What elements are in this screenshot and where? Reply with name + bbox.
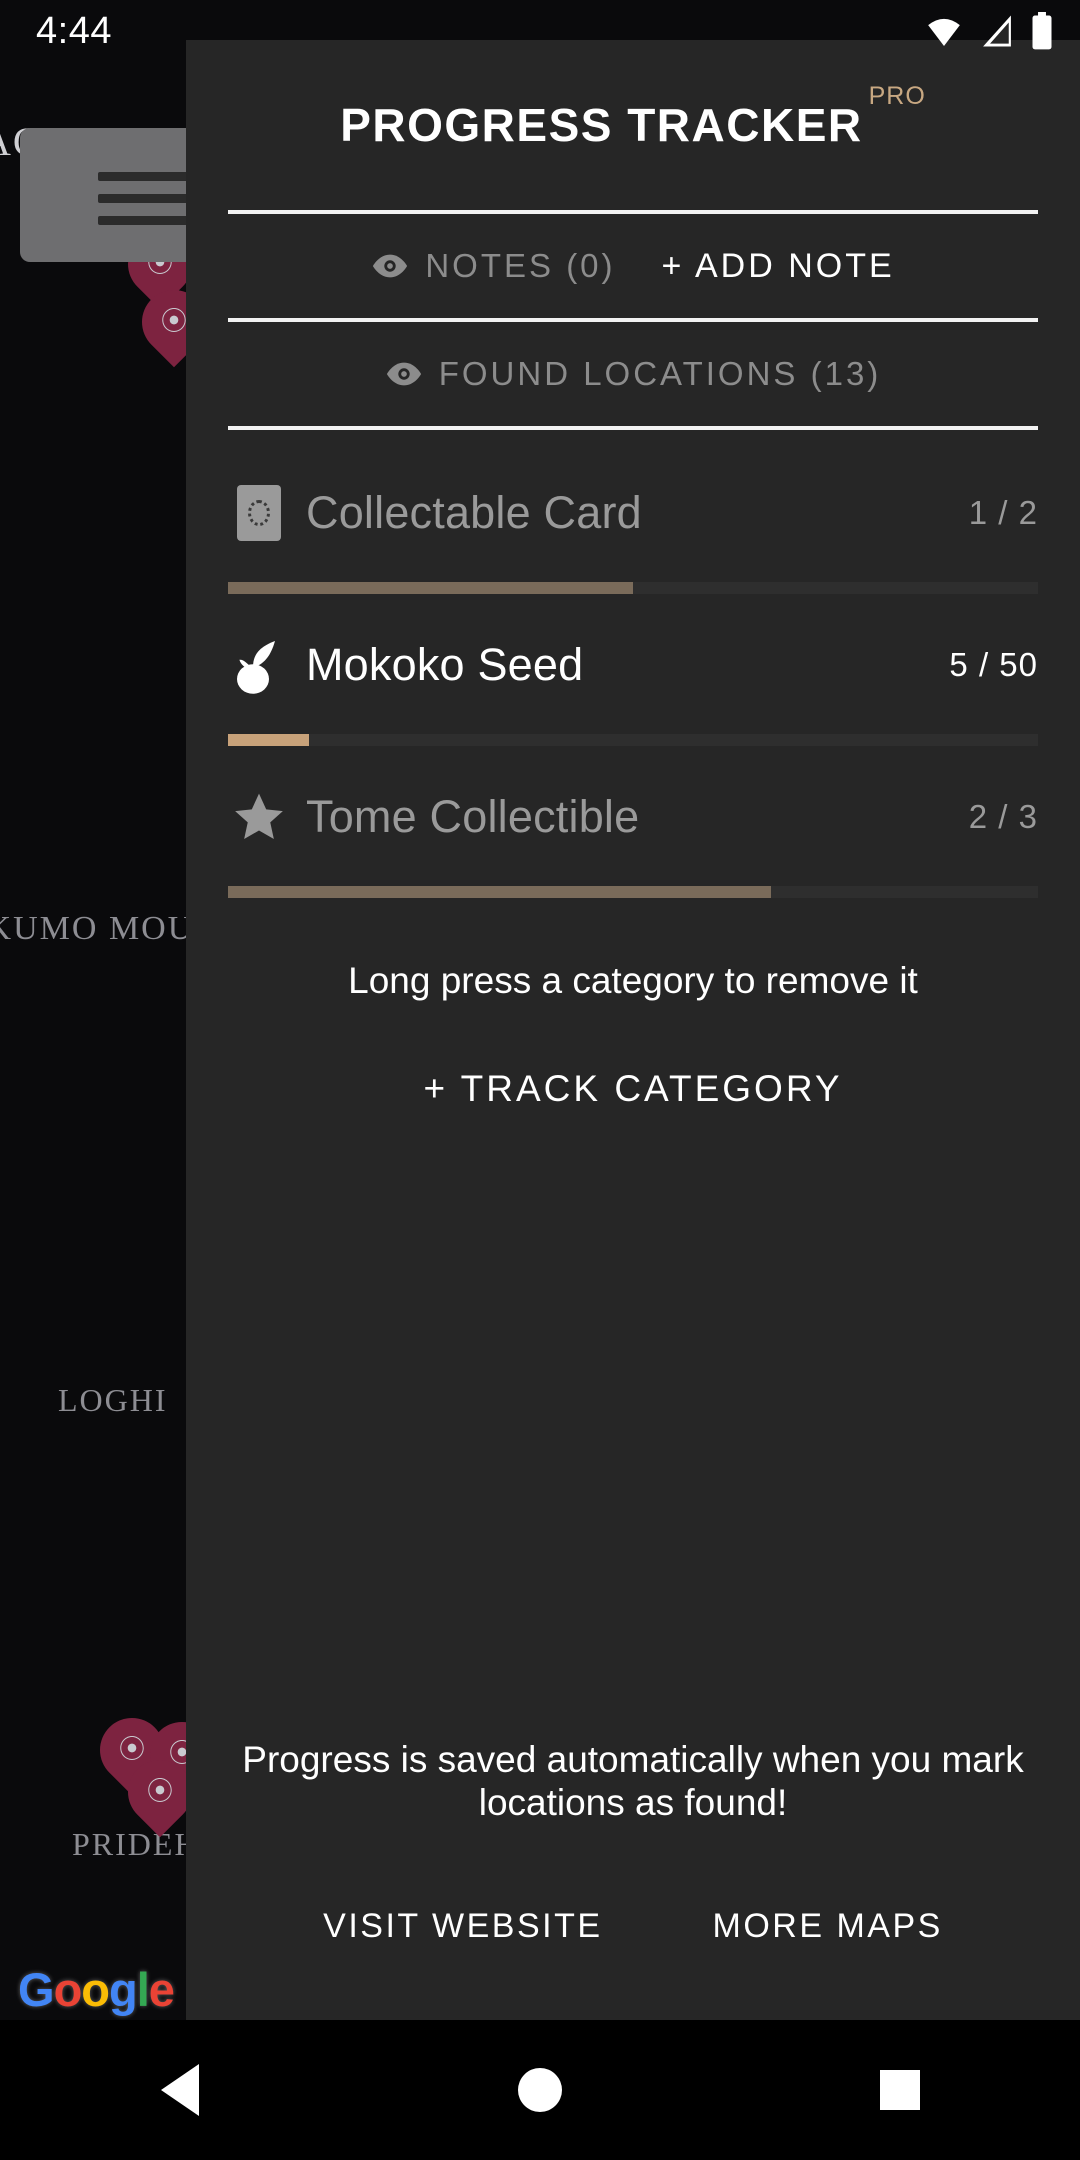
found-locations-label: FOUND LOCATIONS (13) [438,355,882,392]
notes-label: NOTES (0) [425,247,616,284]
star-icon [228,786,290,848]
category-count: 5 / 50 [949,646,1038,683]
map-label: Loghi [58,1382,168,1418]
seed-icon [228,634,290,696]
recents-square-icon [880,2070,920,2110]
more-maps-link[interactable]: MORE MAPS [713,1907,943,1946]
notes-section: NOTES (0) + ADD NOTE [228,214,1038,318]
category-item-collectable-card[interactable]: Collectable Card 1 / 2 [228,442,1038,594]
category-row: Mokoko Seed 5 / 50 [228,622,1038,708]
category-item-mokoko-seed[interactable]: Mokoko Seed 5 / 50 [228,594,1038,746]
category-row: Collectable Card 1 / 2 [228,470,1038,556]
category-progress-track [228,886,1038,898]
cellular-signal-icon [983,15,1011,47]
google-attribution-logo: Google [18,1963,175,2016]
android-nav-bar [0,2020,1080,2160]
mokoko-seed-marker[interactable]: ⦿ [114,1746,206,1842]
eye-icon [373,254,408,278]
card-icon-inner [248,500,270,526]
category-progress-fill [228,886,771,898]
wifi-icon [928,18,960,46]
category-list: Collectable Card 1 / 2 Mokoko Seed 5 / 5… [228,430,1038,898]
nav-recents-button[interactable] [840,2030,960,2150]
category-name: Tome Collectible [306,791,640,842]
category-progress-track [228,582,1038,594]
seed-icon: ⦿ [160,306,187,336]
category-count: 2 / 3 [968,798,1038,835]
notes-toggle[interactable]: NOTES (0) [371,247,615,285]
home-circle-icon [518,2068,562,2112]
card-icon [228,482,290,544]
category-row: Tome Collectible 2 / 3 [228,774,1038,860]
seed-icon: ⦿ [146,1776,173,1806]
menu-bar [98,172,190,181]
battery-icon [1032,12,1052,50]
back-triangle-icon [161,2064,199,2116]
status-bar: 4:44 [0,0,1080,62]
page-title: PROGRESS TRACKER [340,99,863,151]
category-count: 1 / 2 [968,494,1038,531]
add-note-button[interactable]: + ADD NOTE [662,247,895,286]
menu-bar [98,216,190,225]
found-locations-section: FOUND LOCATIONS (13) [228,322,1038,426]
panel-header: PROGRESS TRACKER PRO [228,40,1038,210]
category-progress-track [228,734,1038,746]
seed-icon-glyph [237,641,275,694]
status-icons [924,12,1054,50]
status-clock: 4:44 [36,9,112,52]
progress-tracker-panel: PROGRESS TRACKER PRO NOTES (0) + ADD NOT… [186,40,1080,2020]
star-icon-glyph [235,793,283,840]
long-press-hint: Long press a category to remove it [348,960,918,1001]
category-name: Collectable Card [306,487,642,538]
category-progress-fill [228,734,309,746]
map-label: nkumo Mou [0,910,195,947]
category-progress-fill [228,582,633,594]
found-locations-toggle[interactable]: FOUND LOCATIONS (13) [385,355,882,393]
menu-bar [98,194,190,203]
category-item-tome-collectible[interactable]: Tome Collectible 2 / 3 [228,746,1038,898]
auto-save-note: Progress is saved automatically when you… [242,1738,1024,1824]
category-name: Mokoko Seed [306,639,584,690]
nav-back-button[interactable] [120,2030,240,2150]
nav-home-button[interactable] [480,2030,600,2150]
pro-badge: PRO [868,82,926,110]
card-icon-box [237,485,281,541]
eye-icon [386,362,421,386]
app-screen: AC nkumo Mou Loghi Prideh ⦿ ⦿ ⦿ ⦿ ⦿ [0,0,1080,2160]
panel-spacer [228,1110,1038,1738]
visit-website-link[interactable]: VISIT WEBSITE [323,1907,602,1946]
track-category-button[interactable]: + TRACK CATEGORY [228,1068,1038,1110]
footer-links: VISIT WEBSITE MORE MAPS [228,1907,1038,1946]
